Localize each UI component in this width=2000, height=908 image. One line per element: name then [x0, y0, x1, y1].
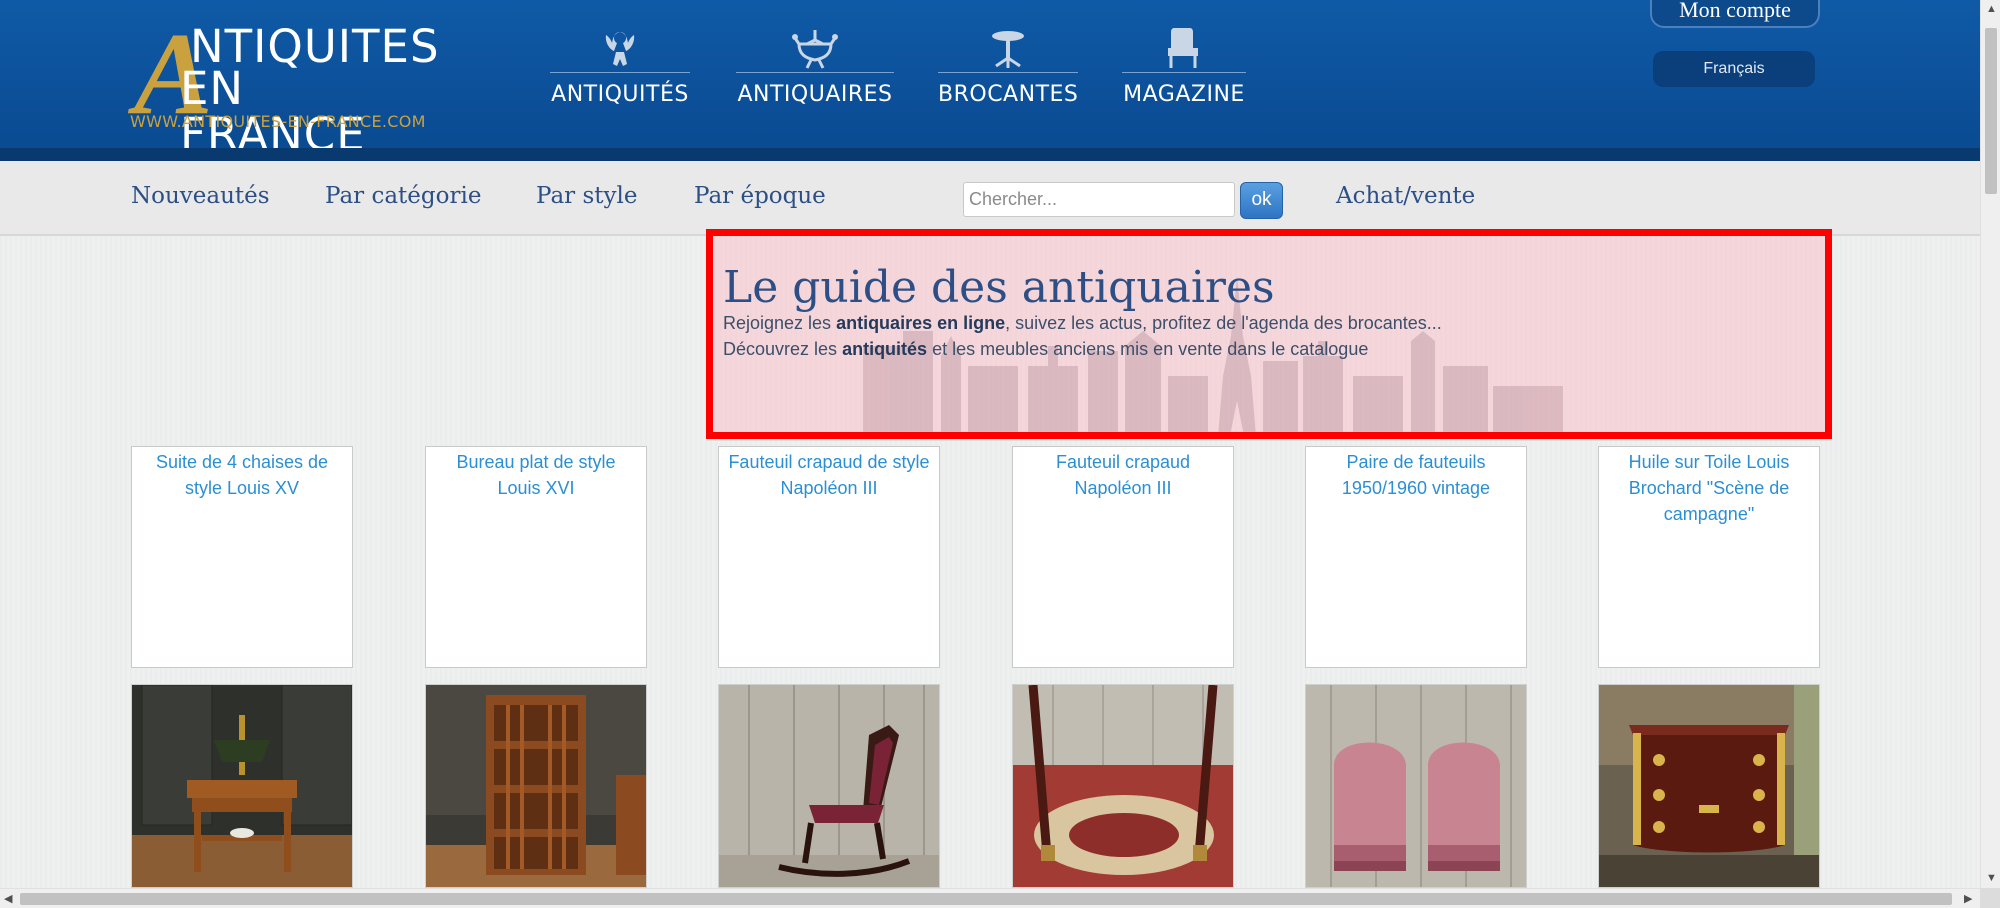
nav-brocantes[interactable]: BROCANTES — [938, 22, 1078, 112]
listing-card[interactable]: Bureau plat de style Louis XVI — [425, 446, 647, 668]
guide-banner: Le guide des antiquaires Rejoignez les a… — [706, 229, 1832, 439]
nav-antiquites-label: ANTIQUITÉS — [551, 82, 689, 107]
language-selector[interactable]: Français — [1653, 51, 1815, 87]
subnav-par-style[interactable]: Par style — [536, 183, 637, 209]
chandelier-icon — [736, 22, 894, 70]
listing-card[interactable]: Fauteuil crapaud de style Napoléon III — [718, 446, 940, 668]
listing-photo-pink-armchairs[interactable] — [1305, 684, 1527, 888]
pedestal-table-icon — [938, 22, 1078, 70]
hero-line-2: Découvrez les antiquités et les meubles … — [723, 339, 1369, 359]
listing-card[interactable]: Paire de fauteuils 1950/1960 vintage — [1305, 446, 1527, 668]
listing-card[interactable]: Huile sur Toile Louis Brochard "Scène de… — [1598, 446, 1820, 668]
search-input[interactable] — [963, 182, 1235, 217]
vertical-scrollbar[interactable]: ▲ ▼ — [1980, 0, 2000, 888]
horizontal-scroll-thumb[interactable] — [20, 893, 1952, 905]
listing-card[interactable]: Suite de 4 chaises de style Louis XV — [131, 446, 353, 668]
scrollbar-corner — [1980, 888, 2000, 908]
cherub-icon — [550, 22, 690, 70]
scroll-down-icon[interactable]: ▼ — [1986, 872, 1997, 884]
nav-magazine[interactable]: MAGAZINE — [1122, 22, 1246, 112]
site-header: A NTIQUITES EN FRANCE WWW.ANTIQUITES-EN-… — [0, 0, 1980, 158]
listing-alt-text: Fauteuil crapaud Napoléon III — [1055, 452, 1191, 498]
listing-photo-rocking-chair[interactable] — [718, 684, 940, 888]
horizontal-scrollbar[interactable]: ◀ ▶ — [0, 888, 1980, 908]
listing-photo-commode[interactable] — [1598, 684, 1820, 888]
site-logo[interactable]: A NTIQUITES EN FRANCE WWW.ANTIQUITES-EN-… — [130, 15, 440, 158]
listing-photo-side-table[interactable] — [131, 684, 353, 888]
page-viewport: A NTIQUITES EN FRANCE WWW.ANTIQUITES-EN-… — [0, 0, 1980, 888]
nav-antiquaires[interactable]: ANTIQUAIRES — [736, 22, 894, 112]
armchair-icon — [1122, 22, 1246, 70]
antiquites-link[interactable]: antiquités — [842, 339, 927, 359]
scroll-up-icon[interactable]: ▲ — [1986, 3, 1997, 15]
listing-alt-text: Suite de 4 chaises de style Louis XV — [155, 452, 329, 498]
antiquaires-en-ligne-link[interactable]: antiquaires en ligne — [836, 313, 1005, 333]
search-submit-button[interactable]: ok — [1240, 182, 1283, 219]
listing-alt-text: Paire de fauteuils 1950/1960 vintage — [1341, 452, 1491, 498]
listing-card[interactable]: Fauteuil crapaud Napoléon III — [1012, 446, 1234, 668]
vertical-scroll-thumb[interactable] — [1985, 28, 1997, 194]
nav-antiquaires-label: ANTIQUAIRES — [737, 82, 893, 107]
account-button[interactable]: Mon compte — [1650, 0, 1820, 28]
listing-alt-text: Bureau plat de style Louis XVI — [456, 452, 616, 498]
listing-photo-table-on-rug[interactable] — [1012, 684, 1234, 888]
scroll-left-icon[interactable]: ◀ — [4, 893, 12, 905]
nav-magazine-label: MAGAZINE — [1123, 82, 1245, 107]
listing-alt-text: Huile sur Toile Louis Brochard "Scène de… — [1628, 452, 1790, 524]
logo-url: WWW.ANTIQUITES-EN-FRANCE.COM — [130, 112, 426, 131]
scroll-right-icon[interactable]: ▶ — [1964, 893, 1972, 905]
subnav-par-categorie[interactable]: Par catégorie — [325, 183, 481, 209]
hero-line-1: Rejoignez les antiquaires en ligne, suiv… — [723, 313, 1442, 333]
subnav-nouveautes[interactable]: Nouveautés — [131, 183, 270, 209]
subnav-par-epoque[interactable]: Par époque — [694, 183, 826, 209]
nav-antiquites[interactable]: ANTIQUITÉS — [550, 22, 690, 112]
listing-photo-revolving-bookcase[interactable] — [425, 684, 647, 888]
hero-title: Le guide des antiquaires — [723, 262, 1275, 313]
header-divider — [0, 148, 1980, 161]
subnav-achat-vente[interactable]: Achat/vente — [1336, 183, 1475, 209]
listing-alt-text: Fauteuil crapaud de style Napoléon III — [728, 452, 930, 498]
nav-brocantes-label: BROCANTES — [938, 82, 1079, 107]
